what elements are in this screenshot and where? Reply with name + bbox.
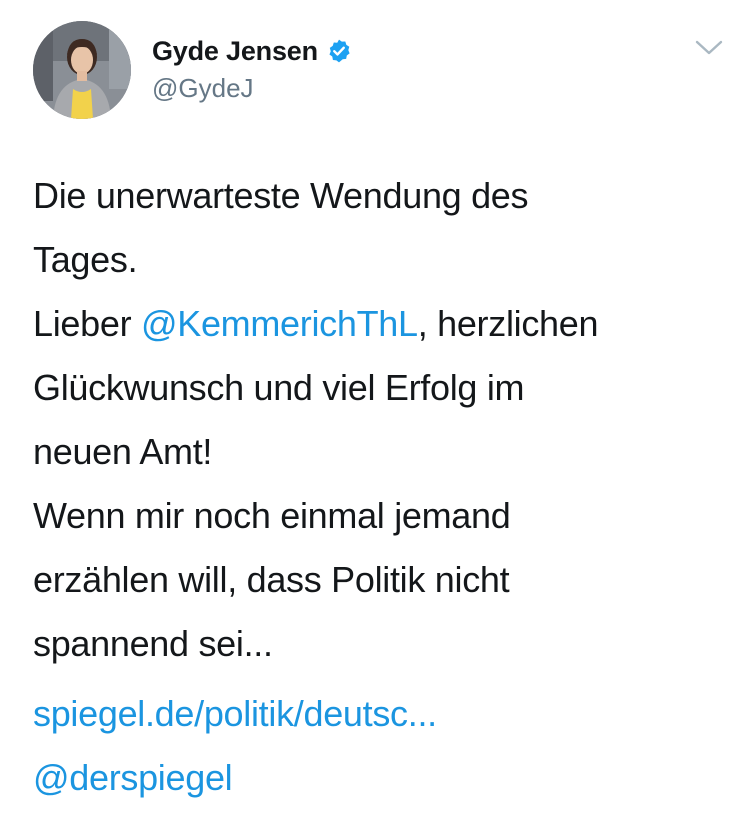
tweet-line: erzählen will, dass Politik nicht [33, 559, 510, 600]
tweet-line-with-mention: Lieber @KemmerichThL, herzlichen [33, 292, 723, 356]
tweet-line: neuen Amt! [33, 431, 213, 472]
tweet-links: spiegel.de/politik/deutsc... @derspiegel [33, 682, 437, 810]
tweet-text: Die unerwarteste Wendung des Tages. Lieb… [33, 164, 723, 676]
author-display-name[interactable]: Gyde Jensen [152, 36, 318, 67]
mention-link-kemmerich[interactable]: @KemmerichThL [141, 303, 418, 344]
mention-link-derspiegel[interactable]: @derspiegel [33, 746, 437, 810]
avatar[interactable] [33, 21, 131, 119]
tweet-line: Wenn mir noch einmal jemand [33, 495, 511, 536]
verified-badge-icon [326, 38, 352, 64]
mention-suffix-text: , herzlichen [417, 303, 599, 344]
tweet-line: Glückwunsch und viel Erfolg im [33, 367, 525, 408]
tweet-line: Tages. [33, 239, 138, 280]
author-name-row[interactable]: Gyde Jensen [152, 34, 352, 68]
article-url-link[interactable]: spiegel.de/politik/deutsc... [33, 682, 437, 746]
tweet-card: Gyde Jensen @GydeJ Die unerwarteste Wend… [0, 0, 750, 833]
mention-prefix-text: Lieber [33, 303, 141, 344]
chevron-down-icon[interactable] [694, 38, 724, 58]
author-handle[interactable]: @GydeJ [152, 73, 254, 104]
tweet-line: spannend sei... [33, 623, 273, 664]
tweet-line: Die unerwarteste Wendung des [33, 175, 529, 216]
avatar-photo [33, 21, 131, 119]
